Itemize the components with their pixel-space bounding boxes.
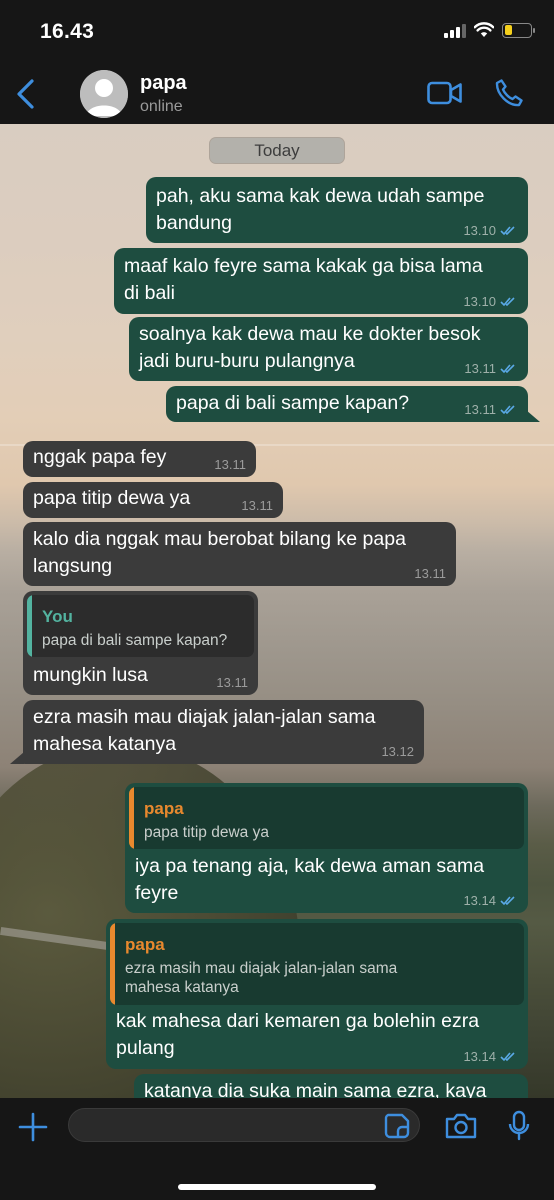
message-bubble-incoming[interactable]: You papa di bali sampe kapan? mungkin lu…	[23, 591, 258, 695]
message-text: nggak papa fey	[33, 446, 167, 468]
message-bubble-outgoing[interactable]: katanya dia suka main sama ezra, kaya	[134, 1074, 528, 1098]
message-bubble-incoming[interactable]: nggak papa fey 13.11	[23, 441, 256, 477]
video-call-icon[interactable]	[427, 80, 463, 106]
message-time: 13.11	[216, 675, 248, 690]
read-receipt-icon	[500, 405, 515, 415]
message-bubble-outgoing[interactable]: pah, aku sama kak dewa udah sampe bandun…	[146, 177, 528, 243]
quoted-reply[interactable]: You papa di bali sampe kapan?	[27, 595, 254, 657]
date-separator: Today	[210, 138, 344, 163]
message-text: mungkin lusa	[33, 664, 148, 686]
chevron-left-icon[interactable]	[14, 78, 38, 110]
message-meta: 13.10	[463, 295, 518, 308]
bubble-tail	[10, 752, 24, 764]
contact-status: online	[140, 98, 183, 115]
message-time: 13.14	[463, 1049, 496, 1064]
message-bubble-incoming[interactable]: ezra masih mau diajak jalan-jalan sama m…	[23, 700, 424, 764]
message-list[interactable]: Today pah, aku sama kak dewa udah sampe …	[0, 124, 554, 1098]
message-time: 13.12	[381, 744, 414, 759]
bubble-tail	[526, 410, 540, 422]
message-text: kak mahesa dari kemaren ga bolehin ezra …	[116, 1010, 480, 1059]
battery-icon	[502, 22, 535, 38]
cellular-signal-icon	[444, 22, 466, 38]
message-time: 13.14	[463, 893, 496, 908]
message-meta: 13.11	[464, 362, 518, 375]
home-indicator	[178, 1184, 376, 1190]
read-receipt-icon	[500, 1052, 515, 1062]
message-time: 13.11	[214, 457, 246, 472]
wifi-icon	[474, 22, 494, 37]
message-bubble-outgoing[interactable]: soalnya kak dewa mau ke dokter besok jad…	[129, 317, 528, 381]
composer-bar	[0, 1098, 554, 1200]
message-input[interactable]	[68, 1108, 420, 1142]
message-bubble-incoming[interactable]: papa titip dewa ya 13.11	[23, 482, 283, 518]
message-bubble-incoming[interactable]: kalo dia nggak mau berobat bilang ke pap…	[23, 522, 456, 586]
quote-author: papa	[125, 935, 165, 954]
default-avatar-icon	[80, 70, 128, 118]
phone-call-icon[interactable]	[494, 78, 524, 108]
avatar[interactable]	[80, 70, 128, 118]
header-bar: 16.43 papa online	[0, 0, 554, 124]
message-meta: 13.11	[464, 403, 518, 416]
message-text: pah, aku sama kak dewa udah sampe bandun…	[156, 185, 485, 234]
quote-bar	[129, 787, 134, 849]
read-receipt-icon	[500, 896, 515, 906]
quote-text: papa titip dewa ya	[144, 824, 269, 841]
message-text: soalnya kak dewa mau ke dokter besok jad…	[139, 323, 481, 372]
message-text: papa titip dewa ya	[33, 487, 191, 509]
message-text: maaf kalo feyre sama kakak ga bisa lama …	[124, 255, 483, 304]
contact-name[interactable]: papa	[140, 72, 187, 95]
message-bubble-outgoing[interactable]: papa papa titip dewa ya iya pa tenang aj…	[125, 783, 528, 913]
message-bubble-outgoing[interactable]: papa ezra masih mau diajak jalan-jalan s…	[106, 919, 528, 1069]
quote-author: You	[42, 607, 73, 626]
message-meta: 13.11	[241, 499, 273, 512]
plus-icon[interactable]	[18, 1112, 48, 1142]
message-meta: 13.14	[463, 894, 518, 907]
message-text: papa di bali sampe kapan?	[176, 392, 410, 414]
message-meta: 13.12	[381, 745, 414, 758]
message-time: 13.11	[241, 498, 273, 513]
message-meta: 13.11	[214, 458, 246, 471]
quote-author: papa	[144, 799, 184, 818]
message-meta: 13.11	[216, 676, 248, 689]
message-text: ezra masih mau diajak jalan-jalan sama m…	[33, 706, 376, 755]
read-receipt-icon	[500, 297, 515, 307]
message-text: katanya dia suka main sama ezra, kaya	[144, 1080, 487, 1098]
read-receipt-icon	[500, 364, 515, 374]
message-bubble-outgoing[interactable]: papa di bali sampe kapan? 13.11	[166, 386, 528, 422]
message-time: 13.11	[464, 361, 496, 376]
message-text: iya pa tenang aja, kak dewa aman sama fe…	[135, 855, 485, 904]
message-bubble-outgoing[interactable]: maaf kalo feyre sama kakak ga bisa lama …	[114, 248, 528, 314]
message-meta: 13.11	[414, 567, 446, 580]
chat-screen: 16.43 papa online Today pah, aku sama ka…	[0, 0, 554, 1200]
quoted-reply[interactable]: papa papa titip dewa ya	[129, 787, 524, 849]
quoted-reply[interactable]: papa ezra masih mau diajak jalan-jalan s…	[110, 923, 524, 1005]
quote-bar	[27, 595, 32, 657]
status-icons	[444, 22, 535, 38]
message-time: 13.11	[464, 402, 496, 417]
read-receipt-icon	[500, 226, 515, 236]
message-meta: 13.14	[463, 1050, 518, 1063]
message-text: kalo dia nggak mau berobat bilang ke pap…	[33, 528, 406, 577]
sticker-icon[interactable]	[384, 1113, 410, 1139]
microphone-icon[interactable]	[508, 1110, 530, 1142]
quote-text: ezra masih mau diajak jalan-jalan sama m…	[125, 960, 398, 996]
camera-icon[interactable]	[444, 1112, 478, 1140]
message-time: 13.11	[414, 566, 446, 581]
message-time: 13.10	[463, 294, 496, 309]
status-time: 16.43	[40, 20, 95, 43]
message-meta: 13.10	[463, 224, 518, 237]
message-time: 13.10	[463, 223, 496, 238]
quote-text: papa di bali sampe kapan?	[42, 632, 228, 649]
quote-bar	[110, 923, 115, 1005]
